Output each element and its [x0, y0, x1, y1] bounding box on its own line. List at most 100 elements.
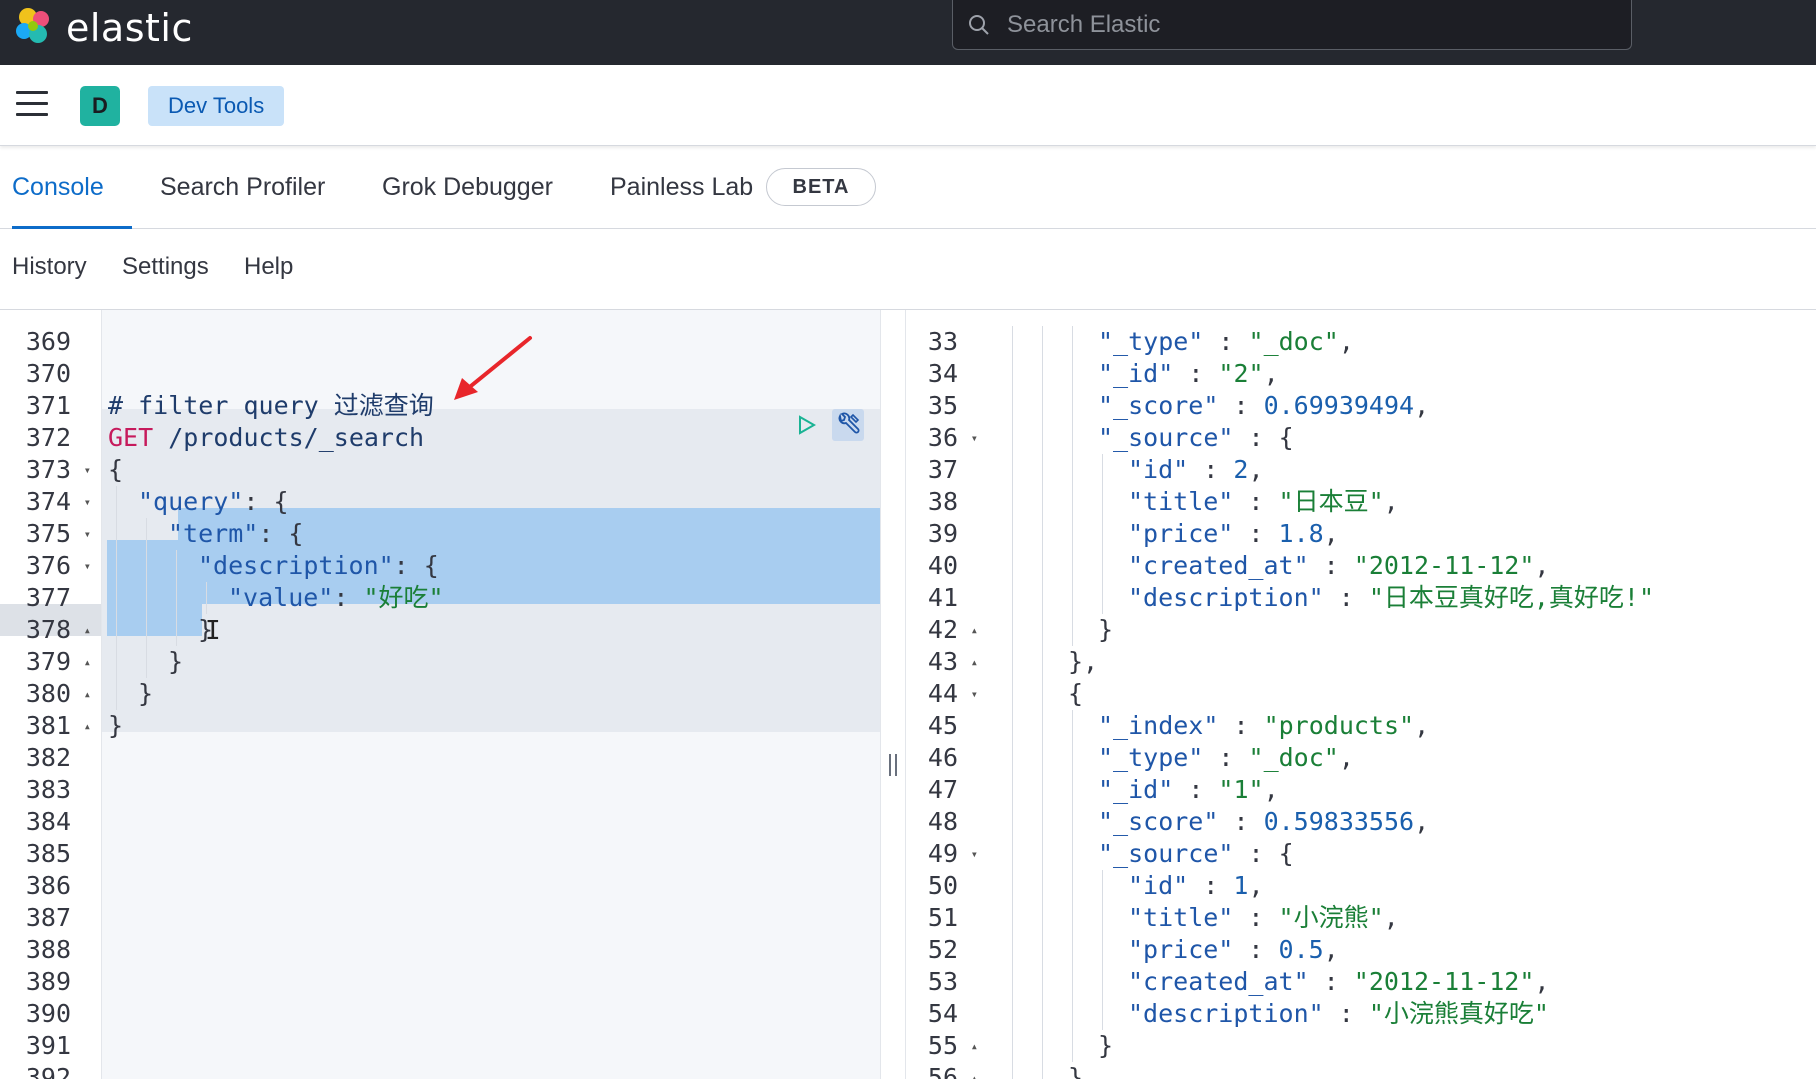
fold-close-icon[interactable]: ▴ [84, 646, 91, 678]
space-avatar[interactable]: D [80, 86, 120, 126]
indent-guide [1072, 518, 1073, 550]
fold-open-icon[interactable]: ▾ [84, 518, 91, 550]
indent-guide [1042, 358, 1043, 390]
code-token: : [1323, 583, 1369, 612]
indent-guide [1042, 870, 1043, 902]
indent-guide [1072, 998, 1073, 1030]
indent-guide [1072, 582, 1073, 614]
indent-guide [1102, 998, 1103, 1030]
history-link[interactable]: History [12, 253, 87, 281]
code-token: , [1534, 551, 1550, 580]
line-number: 392 [25, 1063, 71, 1079]
line-number: 48 [927, 807, 958, 836]
code-line: "description" : "小浣熊真好吃" [1128, 998, 1549, 1030]
indent-guide [1012, 390, 1013, 422]
tab-search-profiler[interactable]: Search Profiler [160, 146, 325, 228]
fold-close-icon[interactable]: ▴ [971, 1062, 978, 1079]
fold-close-icon[interactable]: ▴ [84, 710, 91, 742]
fold-open-icon[interactable]: ▾ [84, 486, 91, 518]
code-token: "id" [1128, 455, 1189, 484]
resize-handle-icon [889, 754, 897, 776]
code-token: "_index" [1098, 711, 1219, 740]
line-number: 46 [927, 743, 958, 772]
indent-guide [116, 646, 117, 678]
code-line: "description" : "日本豆真好吃,真好吃!" [1128, 582, 1654, 614]
brand-name[interactable]: elastic [66, 6, 193, 50]
code-token: : [1173, 359, 1219, 388]
code-token: } [1098, 1031, 1114, 1060]
line-number: 39 [927, 519, 958, 548]
indent-guide [1042, 422, 1043, 454]
response-editor[interactable]: 33 34 35 36 ▾ 37 38 39 40 41 42 ▴ 43 ▴ 44 ▾ 45 46 47 48 49 ▾ 5… [906, 310, 1816, 1079]
line-number: 391 [25, 1031, 71, 1060]
line-number-gutter: 369 370 371 372 373 ▾ 374 ▾ 375 ▾ 376 ▾ 377 378 ▴ 379 ▴ 3… [0, 310, 102, 1079]
fold-open-icon[interactable]: ▾ [971, 678, 978, 710]
indent-guide [1102, 870, 1103, 902]
code-token: "_doc" [1248, 327, 1339, 356]
text-selection [107, 604, 202, 636]
search-input[interactable] [1005, 0, 1609, 50]
code-token: /products/_search [168, 423, 425, 452]
indent-guide [1042, 838, 1043, 870]
fold-close-icon[interactable]: ▴ [971, 614, 978, 646]
indent-guide [1072, 486, 1073, 518]
settings-link[interactable]: Settings [122, 253, 209, 281]
code-token: "value" [228, 583, 334, 612]
code-line: "_source" : { [1098, 422, 1294, 454]
code-token: , [1323, 519, 1339, 548]
line-number-gutter: 33 34 35 36 ▾ 37 38 39 40 41 42 ▴ 43 ▴ 44 ▾ 45 46 47 48 49 ▾ 5… [906, 310, 984, 1079]
line-number: 374 [25, 487, 71, 516]
code-token: : [1233, 519, 1279, 548]
play-icon[interactable] [790, 409, 822, 441]
code-line: "created_at" : "2012-11-12", [1128, 966, 1549, 998]
fold-close-icon[interactable]: ▴ [971, 646, 978, 678]
fold-close-icon[interactable]: ▴ [971, 1030, 978, 1062]
indent-guide [116, 486, 117, 518]
fold-close-icon[interactable]: ▴ [84, 678, 91, 710]
indent-guide [1042, 806, 1043, 838]
code-token: : [1218, 807, 1264, 836]
code-line: } [1098, 614, 1113, 646]
line-number: 49 [927, 839, 958, 868]
fold-close-icon[interactable]: ▴ [84, 614, 91, 646]
indent-guide [146, 550, 147, 582]
fold-open-icon[interactable]: ▾ [84, 454, 91, 486]
code-line: "_id" : "2", [1098, 358, 1279, 390]
code-token: "_id" [1098, 359, 1174, 388]
code-token: : { [258, 519, 304, 548]
code-token: { [1068, 679, 1084, 708]
code-token: "description" [1128, 999, 1324, 1028]
code-token: : [1218, 711, 1264, 740]
tab-painless-lab[interactable]: Painless Lab [610, 146, 753, 228]
indent-guide [1042, 326, 1043, 358]
elastic-logo-icon[interactable] [12, 4, 56, 48]
fold-open-icon[interactable]: ▾ [84, 550, 91, 582]
code-token: "price" [1128, 519, 1234, 548]
tab-grok-debugger[interactable]: Grok Debugger [382, 146, 553, 228]
breadcrumb-dev-tools[interactable]: Dev Tools [148, 86, 285, 126]
panel-resizer[interactable] [880, 310, 906, 1079]
line-number: 50 [927, 871, 958, 900]
line-number: 370 [25, 359, 71, 388]
indent-guide [1012, 550, 1013, 582]
indent-guide [1102, 934, 1103, 966]
code-line: "id" : 1, [1128, 870, 1264, 902]
line-number: 384 [25, 807, 71, 836]
hamburger-icon[interactable] [16, 91, 48, 119]
code-token: "日本豆真好吃,真好吃!" [1368, 583, 1655, 612]
line-number: 373 [25, 455, 71, 484]
tab-console[interactable]: Console [12, 146, 132, 229]
app-bar: D Dev Tools [0, 65, 1816, 146]
fold-open-icon[interactable]: ▾ [971, 838, 978, 870]
indent-guide [1042, 934, 1043, 966]
global-search[interactable] [952, 0, 1632, 50]
indent-guide [116, 678, 117, 710]
indent-guide [1072, 934, 1073, 966]
code-token: "1" [1218, 775, 1264, 804]
request-editor[interactable]: 369 370 371 372 373 ▾ 374 ▾ 375 ▾ 376 ▾ 377 378 ▴ 379 ▴ 3… [0, 310, 880, 1079]
wrench-icon[interactable] [832, 409, 864, 441]
fold-open-icon[interactable]: ▾ [971, 422, 978, 454]
indent-guide [1102, 518, 1103, 550]
code-token: , [1383, 487, 1399, 516]
help-link[interactable]: Help [244, 253, 293, 281]
